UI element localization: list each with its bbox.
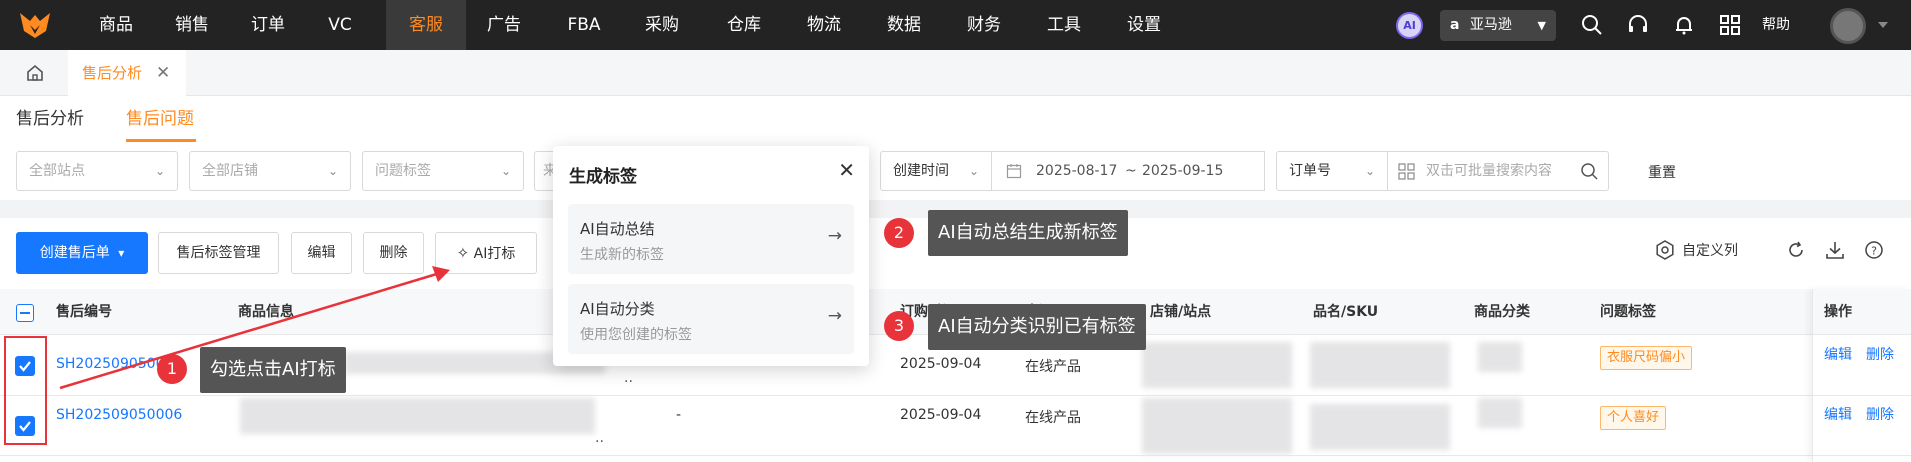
option-ai-summary[interactable]: AI自动总结 生成新的标签 → bbox=[568, 204, 854, 274]
step-callout-3: AI自动分类识别已有标签 bbox=[928, 304, 1146, 350]
step-callout-1: 勾选点击AI打标 bbox=[200, 347, 346, 393]
step-callout-2: AI自动总结生成新标签 bbox=[928, 210, 1128, 256]
step-badge-1: 1 bbox=[157, 354, 187, 384]
close-icon[interactable]: ✕ bbox=[838, 158, 855, 182]
step-badge-3: 3 bbox=[884, 311, 914, 341]
step-badge-2: 2 bbox=[884, 218, 914, 248]
option-subtitle: 使用您创建的标签 bbox=[580, 327, 692, 343]
option-ai-classify[interactable]: AI自动分类 使用您创建的标签 → bbox=[568, 284, 854, 354]
arrow-right-icon: → bbox=[827, 226, 842, 246]
arrow-right-icon: → bbox=[827, 306, 842, 326]
option-title: AI自动总结 bbox=[580, 220, 655, 238]
popup-title: 生成标签 bbox=[569, 167, 637, 187]
option-title: AI自动分类 bbox=[580, 300, 655, 318]
option-subtitle: 生成新的标签 bbox=[580, 247, 664, 263]
generate-tags-popup: 生成标签 ✕ AI自动总结 生成新的标签 → AI自动分类 使用您创建的标签 → bbox=[553, 146, 869, 366]
